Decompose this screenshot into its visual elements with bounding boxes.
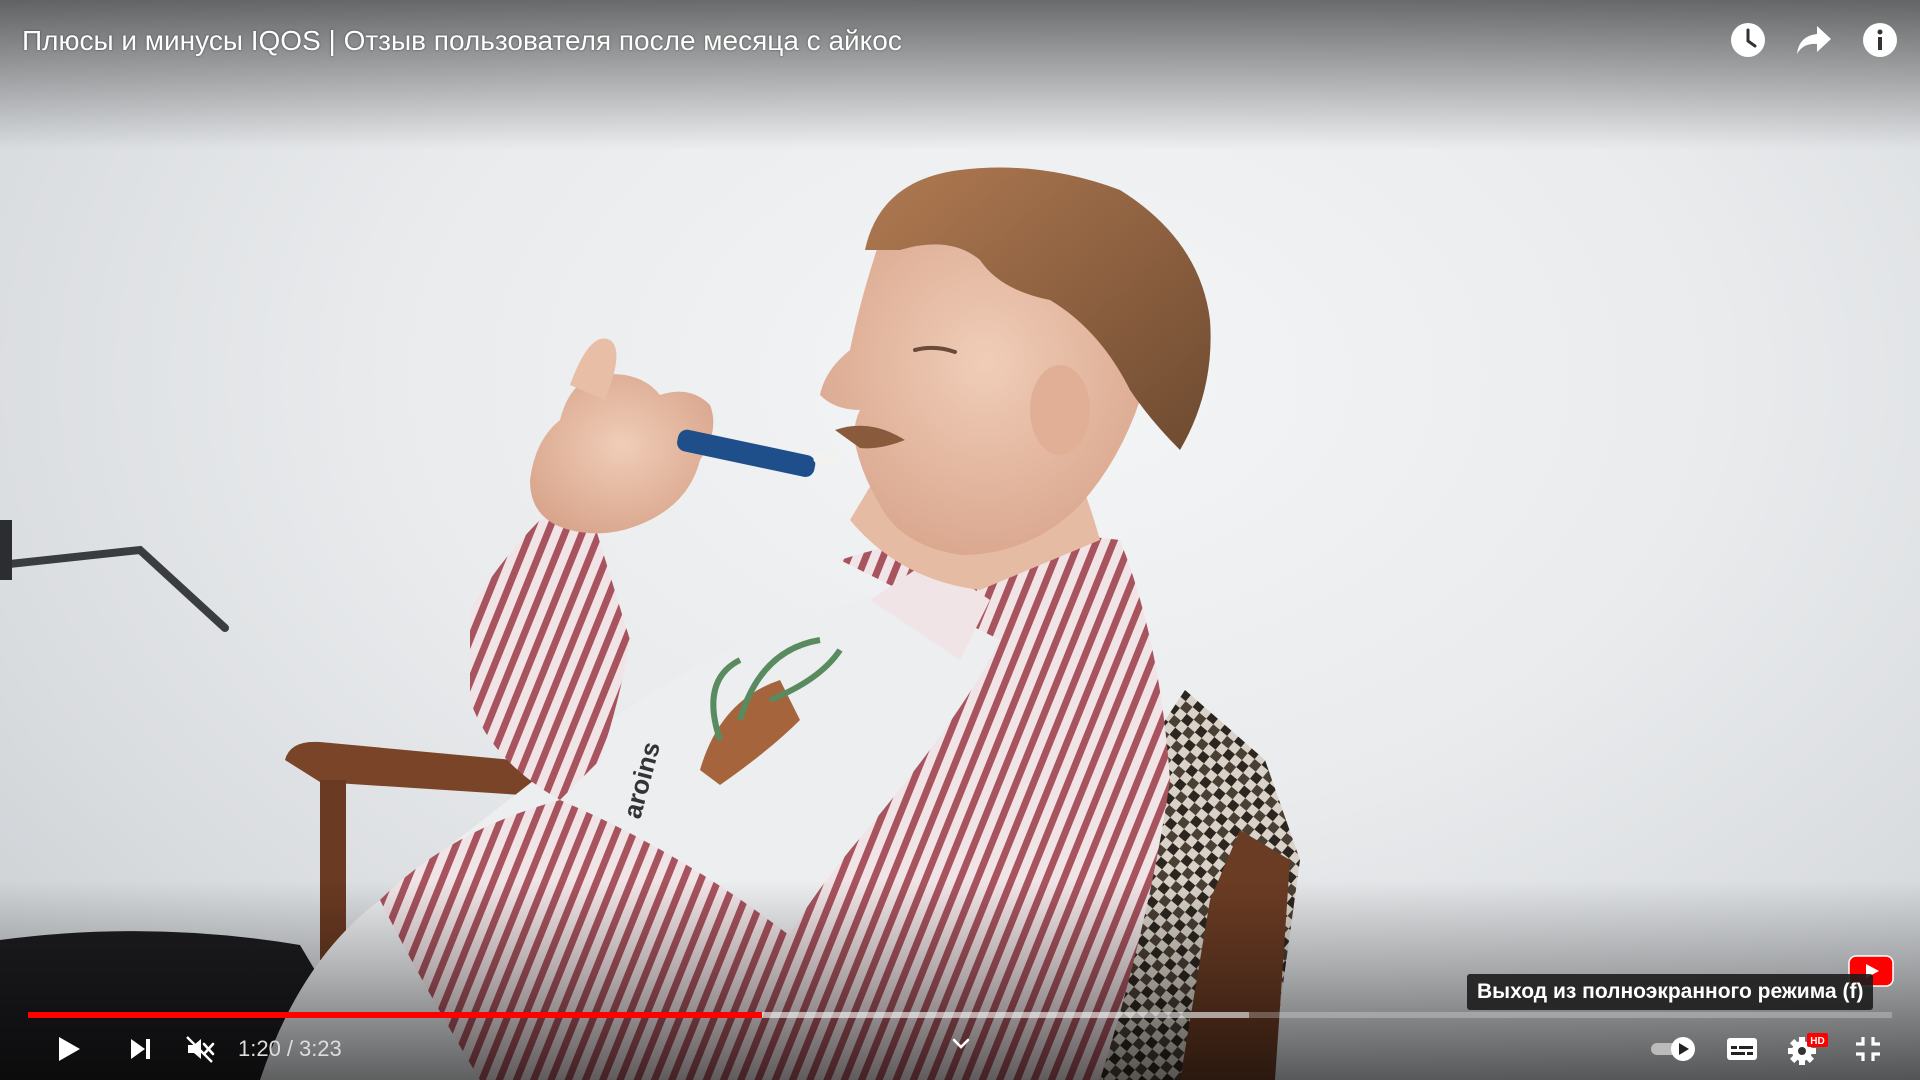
- info-icon: [1863, 23, 1897, 57]
- exit-fullscreen-tooltip: Выход из полноэкранного режима (f): [1467, 974, 1874, 1010]
- play-icon: [59, 1037, 80, 1061]
- exit-fullscreen-icon: [1856, 1037, 1880, 1061]
- subtitles-icon: [1727, 1038, 1757, 1060]
- hand-with-iqos: [530, 338, 838, 534]
- autoplay-toggle[interactable]: [1648, 1024, 1700, 1074]
- share-button[interactable]: [1794, 18, 1834, 62]
- top-actions: [1728, 18, 1900, 62]
- exit-fullscreen-button[interactable]: [1846, 1024, 1890, 1074]
- video-player[interactable]: aroins Плюсы и минусы IQOS | Отзыв польз…: [0, 0, 1920, 1080]
- hd-badge-text: HD: [1810, 1036, 1824, 1047]
- settings-icon: HD: [1788, 1033, 1828, 1065]
- current-time: 1:20: [238, 1036, 281, 1061]
- duration: 3:23: [298, 1036, 342, 1061]
- subtitles-button[interactable]: [1720, 1024, 1764, 1074]
- control-bar: 1:20/3:23 HD: [0, 1024, 1920, 1080]
- light-stand: [0, 520, 229, 632]
- time-separator: /: [286, 1036, 293, 1061]
- progress-played: [28, 1012, 763, 1018]
- info-button[interactable]: [1860, 18, 1900, 62]
- clock-icon: [1731, 23, 1765, 57]
- play-button[interactable]: [46, 1024, 90, 1074]
- autoplay-toggle-icon: [1651, 1037, 1695, 1061]
- share-arrow-icon: [1797, 26, 1831, 54]
- chevron-down-icon: [952, 1038, 970, 1049]
- next-icon: [131, 1039, 150, 1059]
- settings-button[interactable]: HD: [1782, 1024, 1834, 1074]
- video-title[interactable]: Плюсы и минусы IQOS | Отзыв пользователя…: [22, 20, 902, 62]
- time-display: 1:20/3:23: [238, 1024, 342, 1074]
- next-button[interactable]: [118, 1024, 162, 1074]
- expand-chapters-button[interactable]: [946, 1018, 976, 1068]
- volume-muted-icon: [186, 1036, 215, 1063]
- watch-later-button[interactable]: [1728, 18, 1768, 62]
- mute-button[interactable]: [178, 1024, 222, 1074]
